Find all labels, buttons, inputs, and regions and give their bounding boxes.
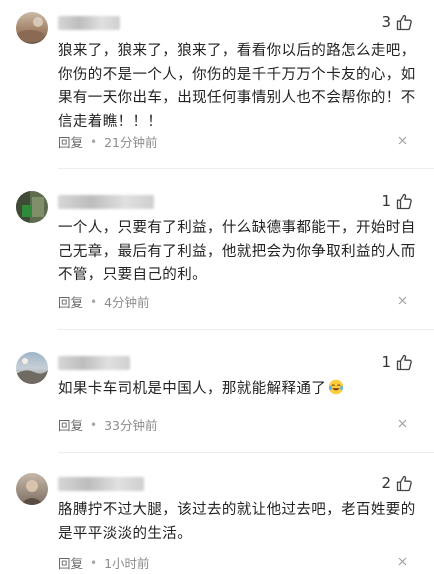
like-button[interactable]: 2 [381, 474, 412, 492]
comment-text: 胳膊拧不过大腿，该过去的就让他过去吧，老百姓要的是平平淡淡的生活。 [58, 502, 416, 542]
comment-meta: 回复 • 4分钟前 [58, 292, 150, 311]
close-icon[interactable] [398, 419, 407, 428]
reply-button[interactable]: 回复 [58, 415, 83, 434]
username-blurred [58, 195, 154, 209]
avatar[interactable] [16, 473, 48, 505]
username-blurred [58, 356, 130, 370]
comment-text: 如果卡车司机是中国人，那就能解释通了 [58, 378, 418, 402]
thumbs-up-icon[interactable] [396, 354, 412, 371]
close-icon[interactable] [398, 136, 407, 145]
thumbs-up-icon[interactable] [396, 475, 412, 492]
reply-button[interactable]: 回复 [58, 292, 83, 311]
divider [58, 329, 434, 330]
comment-time: 21分钟前 [104, 135, 158, 150]
comment-time: 33分钟前 [104, 418, 158, 433]
like-button[interactable]: 1 [381, 192, 412, 210]
avatar[interactable] [16, 12, 48, 44]
comment-meta: 回复 • 33分钟前 [58, 415, 158, 434]
separator-dot: • [90, 134, 98, 149]
username-blurred [58, 477, 144, 491]
close-icon[interactable] [398, 296, 407, 305]
comment-text: 狼来了，狼来了，狼来了，看看你以后的路怎么走吧，你伤的不是一个人，你伤的是千千万… [58, 43, 416, 130]
separator-dot: • [90, 294, 98, 309]
comment-meta: 回复 • 21分钟前 [58, 132, 158, 151]
avatar[interactable] [16, 352, 48, 384]
like-button[interactable]: 3 [381, 13, 412, 31]
comment-text-content: 如果卡车司机是中国人，那就能解释通了 [58, 381, 327, 397]
divider [58, 452, 434, 453]
comment-meta: 回复 • 1小时前 [58, 553, 150, 572]
thumbs-up-icon[interactable] [396, 14, 412, 31]
reply-button[interactable]: 回复 [58, 553, 83, 572]
thumbs-up-icon[interactable] [396, 193, 412, 210]
comment-text: 一个人，只要有了利益，什么缺德事都能干，开始时自己无章，最后有了利益，他就把会为… [58, 220, 416, 283]
reply-button[interactable]: 回复 [58, 132, 83, 151]
like-count: 3 [381, 13, 391, 31]
separator-dot: • [90, 417, 98, 432]
username-blurred [58, 16, 120, 30]
close-icon[interactable] [398, 557, 407, 566]
divider [58, 168, 434, 169]
like-count: 1 [381, 192, 391, 210]
separator-dot: • [90, 555, 98, 570]
comment-time: 4分钟前 [104, 295, 150, 310]
like-count: 2 [381, 474, 391, 492]
comment-time: 1小时前 [104, 556, 150, 571]
like-button[interactable]: 1 [381, 353, 412, 371]
like-count: 1 [381, 353, 391, 371]
avatar[interactable] [16, 191, 48, 223]
tears-of-joy-emoji-icon [329, 379, 344, 395]
